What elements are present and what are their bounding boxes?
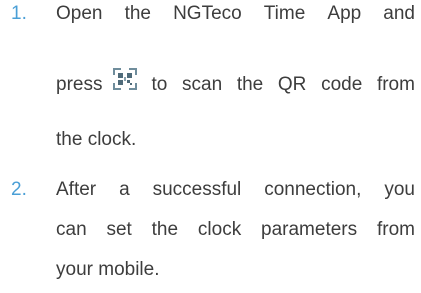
word: clock <box>197 219 242 240</box>
word: QR <box>277 74 307 95</box>
word: from <box>376 219 415 240</box>
step-1-line-3: the clock. <box>56 129 137 150</box>
word: the <box>124 3 151 24</box>
step-2-line-1: After a successful connection, you <box>56 178 415 202</box>
step-2-line-2: can set the clock parameters from <box>56 218 415 242</box>
qr-scan-icon <box>113 68 138 90</box>
word: scan <box>182 74 223 95</box>
word: the <box>151 219 179 240</box>
word: and <box>383 3 415 24</box>
word: code <box>321 74 363 95</box>
word: to <box>151 74 168 95</box>
step-1-number: 1. <box>11 3 27 24</box>
word: NGTeco <box>173 3 242 24</box>
word: connection, <box>264 179 362 200</box>
word: Time <box>263 3 306 24</box>
instruction-steps: 1. Open the NGTeco Time App and press to… <box>0 0 421 293</box>
word: Open <box>56 3 103 24</box>
step-2-number: 2. <box>11 179 27 200</box>
word: a <box>119 179 130 200</box>
word: App <box>327 3 362 24</box>
word: After <box>56 179 97 200</box>
word: set <box>106 219 132 240</box>
word: successful <box>152 179 242 200</box>
step-1-line-2-rest: to scan the QR code from <box>151 73 415 97</box>
word: you <box>384 179 415 200</box>
step-1-line-1: Open the NGTeco Time App and <box>56 2 415 26</box>
word: from <box>376 74 415 95</box>
step-1-line-2: press to scan the QR code from <box>56 68 415 97</box>
word: the <box>236 74 264 95</box>
word: press <box>56 74 103 95</box>
step-2-line-3: your mobile. <box>56 259 160 280</box>
word: parameters <box>261 219 358 240</box>
word: can <box>56 219 87 240</box>
